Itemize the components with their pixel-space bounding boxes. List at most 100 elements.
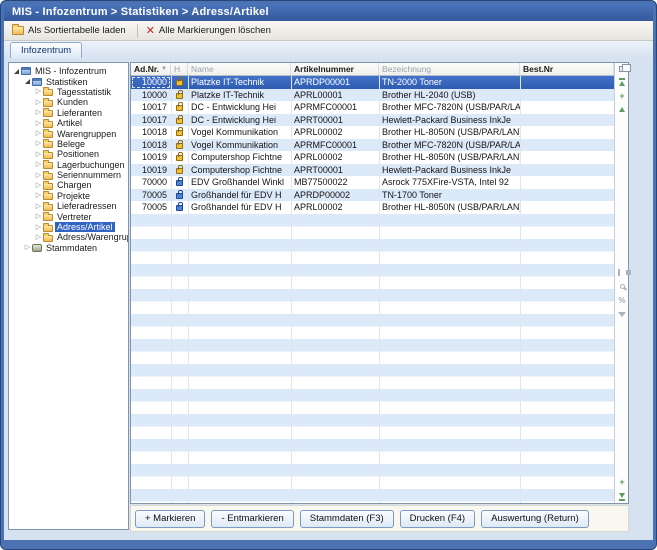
tree-item-lieferanten[interactable]: ▷Lieferanten [9, 108, 128, 118]
expand-rows-icon[interactable]: + [617, 91, 627, 101]
unmark-button[interactable]: - Entmarkieren [211, 510, 293, 528]
column-header-label: Name [191, 63, 214, 75]
clear-all-marks-button[interactable]: ✕ Alle Markierungen löschen [143, 24, 277, 37]
scroll-to-bottom-icon[interactable] [617, 490, 627, 500]
columns-icon[interactable] [617, 267, 627, 277]
collapsed-arrow-icon[interactable]: ▷ [34, 88, 43, 95]
table-row[interactable]: 10017DC - Entwicklung HeiAPRT00001Hewlet… [131, 114, 614, 127]
tree-item-adress-warengruppen[interactable]: ▷ Adress/Warengruppen [9, 232, 128, 242]
folder-icon [43, 119, 55, 128]
grid-main: Ad.Nr.▼HName ArtikelnummerBezeichnungBest… [131, 63, 614, 503]
cell-bez: Brother HL-2040 (USB) [379, 89, 520, 102]
column-header-adnr[interactable]: Ad.Nr.▼ [131, 63, 171, 75]
table-row[interactable]: 70005Großhandel für EDV HAPRDP00002TN-17… [131, 189, 614, 202]
cell-artnr: APRDP00001 [291, 76, 379, 89]
table-row[interactable]: 10000Platzke IT-TechnikAPRDP00001TN-2000… [131, 76, 614, 89]
print-button[interactable]: Drucken (F4) [400, 510, 475, 528]
expanded-arrow-icon[interactable] [23, 79, 32, 84]
cell-bez: Brother MFC-7820N (USB/PAR/LAN) [379, 139, 520, 152]
collapsed-arrow-icon[interactable]: ▷ [34, 99, 43, 106]
tree-item-chargen[interactable]: ▷Chargen [9, 180, 128, 190]
mark-button[interactable]: + Markieren [135, 510, 205, 528]
collapsed-arrow-icon[interactable]: ▷ [34, 130, 43, 137]
table-row[interactable]: 10017DC - Entwicklung HeiAPRMFC00001Brot… [131, 101, 614, 114]
collapsed-arrow-icon[interactable]: ▷ [34, 192, 43, 199]
tree-item-vertreter[interactable]: ▷Vertreter [9, 211, 128, 221]
collapsed-arrow-icon[interactable]: ▷ [23, 244, 32, 251]
load-sort-table-button[interactable]: Als Sortiertabelle laden [9, 24, 132, 37]
table-row[interactable]: 70005Großhandel für EDV HAPRL00002Brothe… [131, 201, 614, 214]
table-row[interactable]: 10018Vogel KommunikationAPRMFC00001Broth… [131, 139, 614, 152]
grid-body: 10000Platzke IT-TechnikAPRDP00001TN-2000… [131, 76, 614, 503]
sort-arrow-icon: ▼ [161, 63, 167, 75]
folder-icon [43, 212, 55, 221]
folder-icon [43, 160, 55, 169]
collapsed-arrow-icon[interactable]: ▷ [34, 203, 43, 210]
tree-item-positionen[interactable]: ▷Positionen [9, 149, 128, 159]
search-icon[interactable] [617, 281, 627, 291]
expanded-arrow-icon[interactable] [12, 69, 21, 74]
cell-bestnr [520, 76, 614, 89]
tab-infozentrum[interactable]: Infozentrum [10, 42, 82, 58]
cell-bez: Asrock 775XFire-VSTA, Intel 92 [379, 176, 520, 189]
tree-item-lieferadressen[interactable]: ▷ Lieferadressen [9, 201, 128, 211]
tree-item-mis-infozentrum[interactable]: MIS - Infozentrum [9, 66, 128, 76]
table-row[interactable]: 10000Platzke IT-TechnikAPRL00001Brother … [131, 89, 614, 102]
column-header-name[interactable]: Name [188, 63, 291, 75]
column-header-bestnr[interactable]: Best.Nr [520, 63, 614, 75]
collapsed-arrow-icon[interactable]: ▷ [34, 109, 43, 116]
auswertung-button[interactable]: Auswertung (Return) [481, 510, 589, 528]
lock-icon [176, 93, 183, 99]
cell-bez: Brother HL-8050N (USB/PAR/LAN) [379, 151, 520, 164]
scroll-up-icon[interactable] [617, 104, 627, 114]
column-header-h[interactable]: H [171, 63, 188, 75]
collapsed-arrow-icon[interactable]: ▷ [34, 234, 43, 241]
tree-item-belege[interactable]: ▷Belege [9, 139, 128, 149]
tree-item-seriennummern[interactable]: ▷Seriennummern [9, 170, 128, 180]
column-chooser-icon[interactable] [617, 64, 627, 74]
collapsed-arrow-icon[interactable]: ▷ [34, 140, 43, 147]
tree-item-kunden[interactable]: ▷Kunden [9, 97, 128, 107]
data-icon [32, 244, 44, 252]
empty-rows-area [131, 214, 614, 504]
table-row[interactable]: 10019Computershop FichtneAPRT00001Hewlet… [131, 164, 614, 177]
tree-item-label: Adress/Warengruppen [55, 232, 129, 242]
cell-h [171, 76, 188, 89]
collapsed-arrow-icon[interactable]: ▷ [34, 213, 43, 220]
collapsed-arrow-icon[interactable]: ▷ [34, 151, 43, 158]
cell-adnr: 10000 [131, 76, 171, 89]
table-row[interactable]: 10018Vogel KommunikationAPRL00002Brother… [131, 126, 614, 139]
cell-bestnr [520, 176, 614, 189]
tree-item-adress-artikel[interactable]: ▷Adress/Artikel [9, 222, 128, 232]
cell-bestnr [520, 201, 614, 214]
table-row[interactable]: 10019Computershop FichtneAPRL00002Brothe… [131, 151, 614, 164]
tree-item-warengruppen[interactable]: ▷Warengruppen [9, 128, 128, 138]
column-header-artnr[interactable]: Artikelnummer [291, 63, 379, 75]
tree-item-lagerbuchungen[interactable]: ▷ Lagerbuchungen [9, 160, 128, 170]
tree-item-statistiken[interactable]: Statistiken [9, 76, 128, 86]
tree-item-artikel[interactable]: ▷Artikel [9, 118, 128, 128]
tree-item-label: Lagerbuchungen [55, 160, 127, 170]
cell-adnr: 10017 [131, 114, 171, 127]
tree-item-tagesstatistik[interactable]: ▷Tagesstatistik [9, 87, 128, 97]
collapsed-arrow-icon[interactable]: ▷ [34, 172, 43, 179]
filter-icon[interactable] [617, 309, 627, 319]
stammdaten-button[interactable]: Stammdaten (F3) [300, 510, 394, 528]
collapsed-arrow-icon[interactable]: ▷ [34, 161, 43, 168]
cell-bez: Brother HL-8050N (USB/PAR/LAN) [379, 201, 520, 214]
cell-name: Computershop Fichtne [188, 151, 291, 164]
collapsed-arrow-icon[interactable]: ▷ [34, 224, 43, 231]
collapsed-arrow-icon[interactable]: ▷ [34, 120, 43, 127]
column-header-bez[interactable]: Bezeichnung [379, 63, 520, 75]
tree-item-projekte[interactable]: ▷Projekte [9, 191, 128, 201]
tree-item-label: Lieferadressen [55, 201, 119, 211]
collapse-rows-icon[interactable]: + [617, 477, 627, 487]
open-folder-icon [12, 26, 24, 35]
table-row[interactable]: 70000EDV Großhandel WinklMB77500022Asroc… [131, 176, 614, 189]
grid-header: Ad.Nr.▼HName ArtikelnummerBezeichnungBest… [131, 63, 614, 76]
percent-icon[interactable]: % [617, 295, 627, 305]
cell-adnr: 10019 [131, 151, 171, 164]
scroll-to-top-icon[interactable] [617, 78, 627, 88]
collapsed-arrow-icon[interactable]: ▷ [34, 182, 43, 189]
tree-item-stammdaten[interactable]: ▷Stammdaten [9, 243, 128, 253]
